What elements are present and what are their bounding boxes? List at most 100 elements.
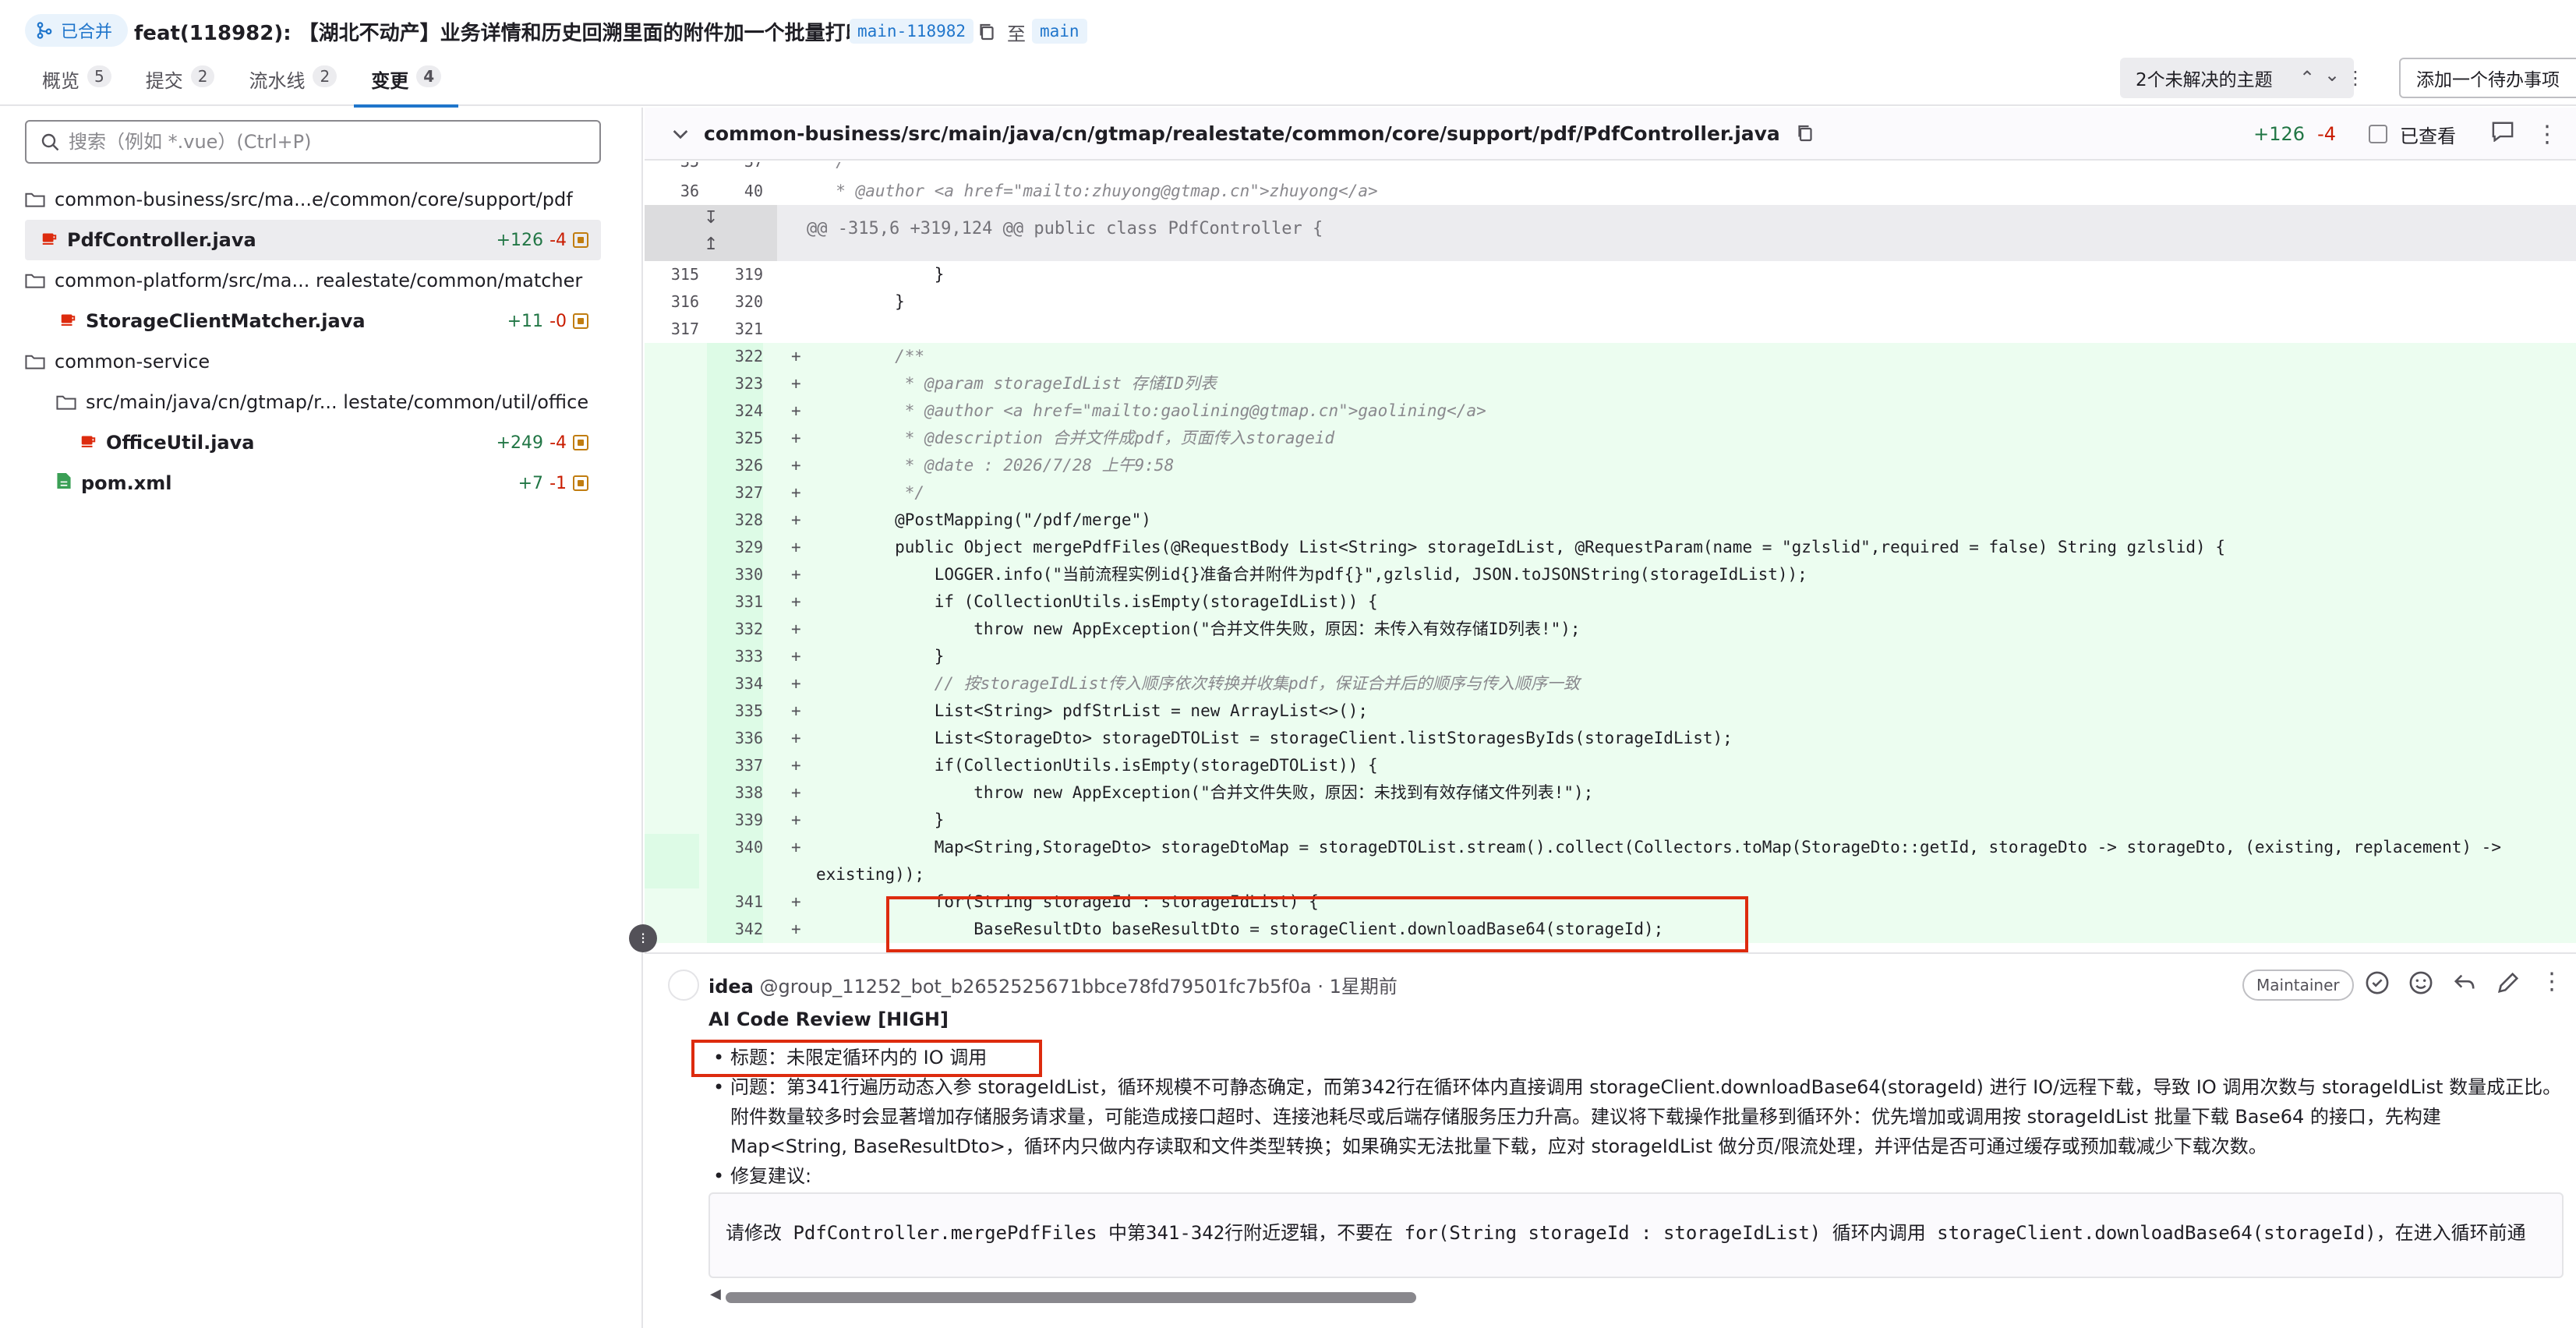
diff-added-line: 327 + */ bbox=[645, 479, 2576, 507]
diff-added-line: 326 + * @date : 2026/7/28 上午9:58 bbox=[645, 452, 2576, 479]
comment-header: idea @group_11252_bot_b2652525671bbce78f… bbox=[708, 971, 1398, 998]
diff-file-path: common-business/src/main/java/cn/gtmap/r… bbox=[704, 122, 1780, 145]
suggestion-code-block: 请修改 PdfController.mergePdfFiles 中第341-34… bbox=[708, 1192, 2564, 1278]
folder-icon bbox=[25, 274, 45, 288]
add-todo-button[interactable]: 添加一个待办事项 bbox=[2399, 58, 2576, 98]
diff-file-header: common-business/src/main/java/cn/gtmap/r… bbox=[645, 108, 2576, 161]
source-branch[interactable]: main-118982 bbox=[850, 19, 974, 44]
tab-commits[interactable]: 提交 2 bbox=[129, 61, 232, 106]
diff-added-line: 336 + List<StorageDto> storageDTOList = s… bbox=[645, 725, 2576, 752]
chevron-down-icon[interactable] bbox=[673, 122, 688, 145]
tree-folder[interactable]: common-business/src/ma...e/common/core/s… bbox=[25, 179, 601, 220]
review-title: AI Code Review [HIGH] bbox=[708, 1008, 949, 1030]
diff-lines: 3537 /** 3640 * @author <a href="mailto:… bbox=[645, 162, 2576, 943]
expand-thread-icon[interactable]: ⁝ bbox=[629, 924, 657, 952]
xml-file-icon bbox=[56, 472, 72, 495]
resolve-thread-icon[interactable] bbox=[2366, 971, 2389, 994]
diff-added-line: 334 + // 按storageIdList传入顺序依次转换并收集pdf，保证合… bbox=[645, 670, 2576, 698]
diff-added-line: 338 + throw new AppException("合并文件失败，原因：未… bbox=[645, 779, 2576, 807]
folder-icon bbox=[25, 192, 45, 207]
tab-changes[interactable]: 变更 4 bbox=[354, 61, 459, 108]
diff-added-line: 332 + throw new AppException("合并文件失败，原因：未… bbox=[645, 616, 2576, 643]
diff-added-line: 330 + LOGGER.info("当前流程实例id{}准备合并附件为pdf{}… bbox=[645, 561, 2576, 588]
highlight-box-title bbox=[691, 1040, 1042, 1077]
to-label: 至 bbox=[1007, 23, 1026, 45]
status-label: 已合并 bbox=[61, 23, 113, 42]
tab-pipelines[interactable]: 流水线 2 bbox=[231, 61, 354, 106]
tree-file-officeutil[interactable]: OfficeUtil.java +249 -4 bbox=[25, 422, 601, 463]
diff-added-line: 323 + * @param storageIdList 存储ID列表 bbox=[645, 370, 2576, 397]
file-modified-icon bbox=[573, 232, 588, 248]
review-bullet: 问题：第341行遍历动态入参 storageIdList，循环规模不可静态确定，… bbox=[713, 1072, 2562, 1161]
tree-file-pdfcontroller[interactable]: PdfController.java +126 -4 bbox=[25, 220, 601, 260]
java-file-icon bbox=[80, 432, 97, 454]
suggestion-text: 请修改 PdfController.mergePdfFiles 中第341-34… bbox=[726, 1222, 2526, 1244]
role-badge: Maintainer bbox=[2242, 970, 2354, 1001]
diff-line: 317 321 bbox=[670, 320, 763, 338]
more-vertical-icon[interactable]: ⋮ bbox=[2540, 970, 2564, 994]
diff-added-count: +126 bbox=[2253, 123, 2306, 145]
java-file-icon bbox=[59, 310, 76, 332]
diff-line: 3537 /** bbox=[645, 162, 2576, 178]
chevron-up-icon[interactable]: ⌃ bbox=[2299, 67, 2315, 89]
copy-branch-icon[interactable] bbox=[977, 22, 996, 42]
viewed-checkbox[interactable] bbox=[2369, 125, 2387, 143]
tree-folder[interactable]: common-platform/src/ma... realestate/com… bbox=[25, 260, 601, 301]
diff-added-line: 339 + } bbox=[645, 807, 2576, 834]
file-search-input[interactable] bbox=[69, 131, 583, 153]
more-vertical-icon[interactable]: ⋮ bbox=[2535, 121, 2559, 148]
diff-removed-count: -4 bbox=[2317, 123, 2336, 145]
diff-line: 316 320 } bbox=[670, 292, 905, 311]
diff-added-line: 328 + @PostMapping("/pdf/merge") bbox=[645, 507, 2576, 534]
diff-added-line: 324 + * @author <a href="mailto:gaolining… bbox=[645, 397, 2576, 425]
mr-header: 已合并 feat(118982): 【湖北不动产】业务详情和历史回溯里面的附件加… bbox=[0, 0, 2576, 108]
diff-added-line: 331 + if (CollectionUtils.isEmpty(storage… bbox=[645, 588, 2576, 616]
file-modified-icon bbox=[573, 435, 588, 450]
tree-file-pom[interactable]: pom.xml +7 -1 bbox=[25, 463, 601, 503]
comment-handle[interactable]: @group_11252_bot_b2652525671bbce78fd7950… bbox=[760, 976, 1312, 998]
tree-folder[interactable]: common-service bbox=[25, 341, 601, 382]
comment-author[interactable]: idea bbox=[708, 976, 754, 998]
chevron-down-icon[interactable]: ⌄ bbox=[2324, 64, 2340, 86]
diff-added-line: 335 + List<String> pdfStrList = new Array… bbox=[645, 698, 2576, 725]
folder-icon bbox=[25, 355, 45, 369]
merge-icon bbox=[37, 22, 52, 39]
diff-line: 315 319 } bbox=[670, 265, 945, 284]
more-vertical-icon[interactable]: ⋮ bbox=[2346, 67, 2365, 89]
file-modified-icon bbox=[573, 475, 588, 491]
diff-added-line: 329 + public Object mergePdfFiles(@Reques… bbox=[645, 534, 2576, 561]
edit-pencil-icon[interactable] bbox=[2496, 971, 2520, 994]
expand-up-icon[interactable]: ↧ bbox=[704, 208, 718, 228]
file-tree-sidebar: common-business/src/ma...e/common/core/s… bbox=[0, 108, 643, 1328]
horizontal-scrollbar[interactable]: ◀ bbox=[710, 1286, 2554, 1303]
folder-icon bbox=[56, 395, 76, 410]
mr-tabs: 概览 5 提交 2 流水线 2 变更 4 bbox=[25, 61, 459, 108]
tree-file-storageclientmatcher[interactable]: StorageClientMatcher.java +11 -0 bbox=[25, 301, 601, 341]
copy-path-icon[interactable] bbox=[1796, 123, 1815, 143]
java-file-icon bbox=[41, 229, 58, 251]
viewed-label: 已查看 bbox=[2400, 125, 2456, 147]
diff-added-line: 325 + * @description 合并文件成pdf，页面传入storage… bbox=[645, 425, 2576, 452]
unresolved-threads-button[interactable]: 2个未解决的主题 ⌃ ⌄ ⋮ bbox=[2120, 58, 2365, 98]
comment-icon[interactable] bbox=[2492, 122, 2514, 147]
tree-folder[interactable]: src/main/java/cn/gtmap/r... lestate/comm… bbox=[25, 382, 601, 422]
diff-added-line: 333 + } bbox=[645, 643, 2576, 670]
avatar[interactable] bbox=[668, 970, 699, 1001]
expand-down-icon[interactable]: ↥ bbox=[704, 235, 718, 254]
diff-added-line: 337 + if(CollectionUtils.isEmpty(storageD… bbox=[645, 752, 2576, 779]
target-branch[interactable]: main bbox=[1032, 19, 1087, 44]
emoji-reaction-icon[interactable] bbox=[2409, 971, 2433, 994]
diff-hunk-header: ↧ ↥ @@ -315,6 +319,124 @@ public class P… bbox=[645, 205, 2576, 261]
merged-status-badge: 已合并 bbox=[25, 14, 129, 47]
diff-added-line: 340 + Map<String,StorageDto> storageDtoMa… bbox=[645, 834, 2576, 888]
file-modified-icon bbox=[573, 313, 588, 329]
file-search bbox=[25, 120, 601, 164]
scrollbar-thumb[interactable] bbox=[726, 1292, 1416, 1303]
mr-title: feat(118982): 【湖北不动产】业务详情和历史回溯里面的附件加一个批量… bbox=[134, 22, 906, 45]
diff-line: 36 40 * @author <a href="mailto:zhuyong@g… bbox=[680, 182, 1378, 200]
search-icon bbox=[41, 133, 59, 151]
diff-panel: common-business/src/main/java/cn/gtmap/r… bbox=[629, 108, 2576, 1328]
review-comment: idea @group_11252_bot_b2652525671bbce78f… bbox=[645, 952, 2576, 1328]
tab-overview[interactable]: 概览 5 bbox=[25, 61, 129, 106]
reply-icon[interactable] bbox=[2453, 971, 2476, 994]
